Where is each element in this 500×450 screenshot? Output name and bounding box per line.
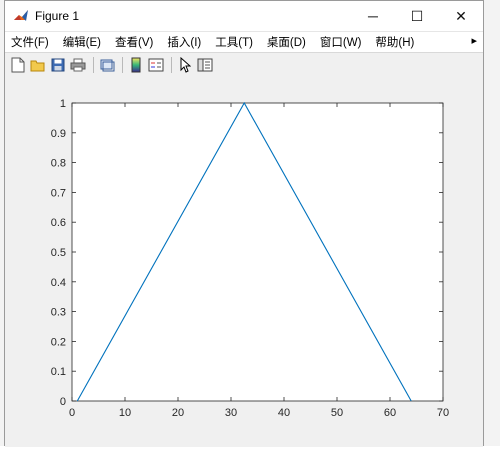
toolbar-separator	[122, 57, 123, 73]
minimize-button[interactable]: ─	[351, 1, 395, 31]
menu-desktop[interactable]: 桌面(D)	[267, 34, 306, 50]
plot-svg[interactable]: 0 10 20 30 40 50 60 70 0 0.1 0.2 0.3 0.4 0.5 0.6 0.7 0.8…	[5, 77, 483, 447]
menu-file[interactable]: 文件(F)	[11, 34, 49, 50]
property-inspector-icon[interactable]	[196, 56, 214, 74]
menu-overflow-icon[interactable]: ▸	[471, 34, 477, 47]
toolbar-separator	[93, 57, 94, 73]
menu-tools[interactable]: 工具(T)	[215, 34, 253, 50]
y-tick-label: 0	[60, 396, 66, 408]
menu-bar: 文件(F) 编辑(E) 查看(V) 插入(I) 工具(T) 桌面(D) 窗口(W…	[5, 32, 483, 52]
window-controls: ─ ☐ ✕	[351, 1, 483, 31]
x-tick-label: 10	[119, 407, 131, 419]
menu-edit[interactable]: 编辑(E)	[63, 34, 101, 50]
x-tick-label: 50	[331, 407, 343, 419]
y-tick-label: 0.3	[51, 307, 66, 319]
y-tick-label: 0.9	[51, 128, 66, 140]
insert-legend-icon[interactable]	[147, 56, 165, 74]
insert-colorbar-icon[interactable]	[127, 56, 145, 74]
window-title: Figure 1	[35, 9, 80, 23]
menu-help[interactable]: 帮助(H)	[375, 34, 414, 50]
figure-window: Figure 1 ─ ☐ ✕ 文件(F) 编辑(E) 查看(V) 插入(I) 工…	[4, 0, 484, 447]
maximize-button[interactable]: ☐	[395, 1, 439, 31]
figure-toolbar	[5, 52, 483, 78]
y-tick-label: 0.4	[51, 277, 66, 289]
y-tick-label: 0.5	[51, 247, 66, 259]
background-app-edge-right	[484, 0, 500, 446]
y-tick-label: 0.8	[51, 158, 66, 170]
axes-box[interactable]	[71, 102, 444, 402]
menu-insert[interactable]: 插入(I)	[167, 34, 201, 50]
new-figure-icon[interactable]	[9, 56, 27, 74]
save-icon[interactable]	[49, 56, 67, 74]
x-tick-label: 20	[172, 407, 184, 419]
y-tick-label: 1	[60, 98, 66, 110]
x-tick-label: 70	[437, 407, 449, 419]
edit-plot-icon[interactable]	[176, 56, 194, 74]
x-tick-label: 60	[384, 407, 396, 419]
y-tick-label: 0.6	[51, 217, 66, 229]
close-button[interactable]: ✕	[439, 1, 483, 31]
matlab-logo-icon	[13, 8, 29, 24]
open-file-icon[interactable]	[29, 56, 47, 74]
y-tick-label: 0.1	[51, 366, 66, 378]
figure-canvas-area: 0 10 20 30 40 50 60 70 0 0.1 0.2 0.3 0.4 0.5 0.6 0.7 0.8…	[5, 77, 483, 447]
x-tick-label: 0	[69, 407, 75, 419]
menu-window[interactable]: 窗口(W)	[320, 34, 362, 50]
x-tick-label: 40	[278, 407, 290, 419]
y-tick-label: 0.2	[51, 336, 66, 348]
link-plot-icon[interactable]	[98, 56, 116, 74]
y-tick-label: 0.7	[51, 187, 66, 199]
x-tick-label: 30	[225, 407, 237, 419]
title-bar[interactable]: Figure 1 ─ ☐ ✕	[5, 1, 483, 32]
print-icon[interactable]	[69, 56, 87, 74]
toolbar-separator	[171, 57, 172, 73]
menu-view[interactable]: 查看(V)	[115, 34, 153, 50]
